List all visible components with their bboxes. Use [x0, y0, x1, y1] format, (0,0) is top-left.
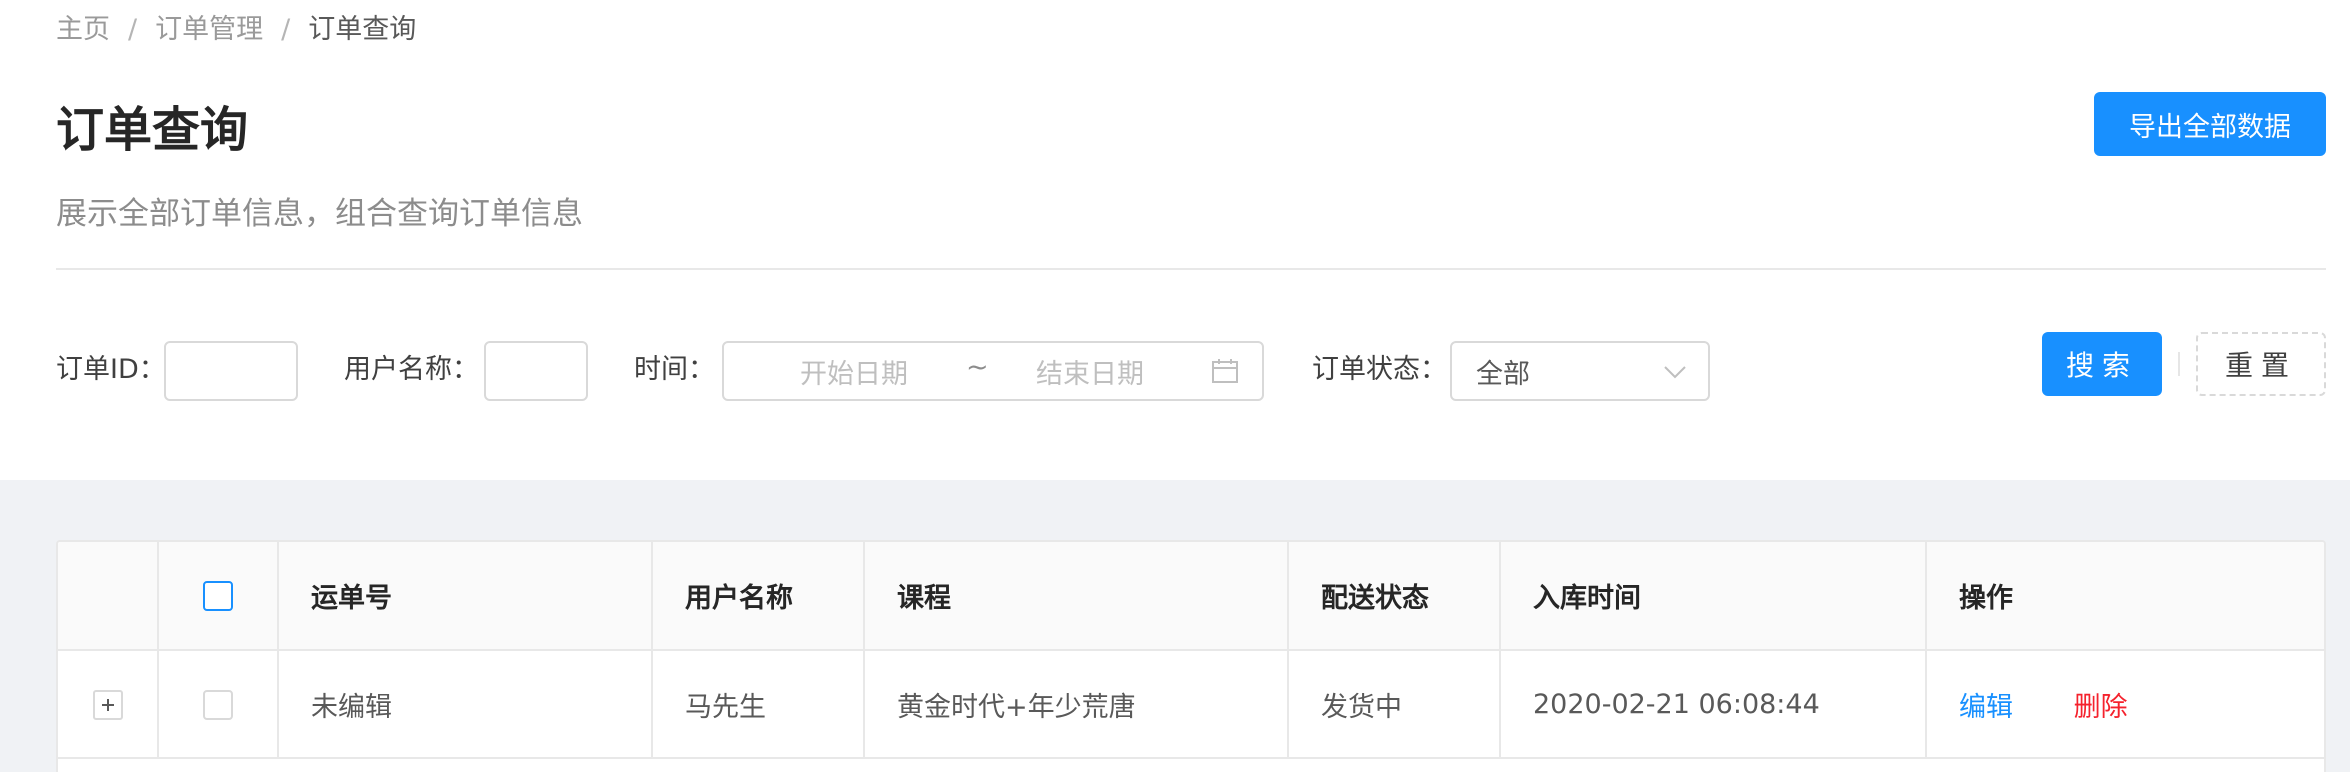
breadcrumb-separator: / [128, 14, 138, 45]
order-id-label: 订单ID： [56, 354, 166, 385]
end-date-placeholder: 结束日期 [1036, 359, 1144, 390]
column-header-storage-time[interactable]: 入库时间 [1500, 542, 1927, 651]
breadcrumb-order-management[interactable]: 订单管理 [155, 10, 263, 50]
order-status-label: 订单状态： [1312, 354, 1447, 385]
search-button[interactable]: 搜索 [2042, 332, 2162, 396]
column-header-course[interactable]: 课程 [864, 542, 1289, 651]
date-range-picker[interactable]: 开始日期 ~ 结束日期 [722, 341, 1264, 401]
select-all-checkbox[interactable] [203, 581, 233, 612]
cell-delivery-status: 发货中 [1288, 650, 1501, 759]
cell-storage-time: 2020-02-21 06:08:44 [1500, 650, 1927, 759]
edit-link[interactable]: 编辑 [1959, 692, 2013, 723]
plus-square-icon[interactable] [92, 689, 123, 720]
username-input[interactable] [484, 341, 588, 401]
order-status-value: 全部 [1476, 359, 1530, 390]
breadcrumb: 主页 / 订单管理 / 订单查询 [56, 10, 416, 50]
chevron-down-icon [1664, 366, 1686, 379]
username-label: 用户名称： [344, 354, 479, 385]
page-title: 订单查询 [56, 102, 249, 158]
reset-button[interactable]: 重置 [2196, 332, 2326, 396]
button-divider [2178, 352, 2180, 376]
delete-link[interactable]: 删除 [2074, 692, 2128, 723]
cell-actions: 编辑 删除 [1926, 650, 2324, 759]
breadcrumb-current: 订单查询 [308, 14, 417, 45]
range-separator: ~ [966, 352, 989, 383]
time-label: 时间： [634, 354, 715, 385]
column-header-delivery-status[interactable]: 配送状态 [1288, 542, 1501, 651]
page-subtitle: 展示全部订单信息，组合查询订单信息 [56, 196, 583, 232]
row-checkbox[interactable] [203, 689, 233, 720]
table-header-row: 运单号 用户名称 课程 配送状态 入库时间 操作 [58, 542, 2324, 651]
header-divider [56, 268, 2326, 270]
breadcrumb-separator: / [281, 14, 291, 45]
order-query-page: 主页 / 订单管理 / 订单查询 订单查询 展示全部订单信息，组合查询订单信息 … [0, 0, 2350, 772]
order-status-select[interactable]: 全部 [1450, 341, 1710, 401]
column-header-actions: 操作 [1926, 542, 2324, 651]
calendar-icon [1212, 359, 1238, 383]
page-header: 主页 / 订单管理 / 订单查询 订单查询 展示全部订单信息，组合查询订单信息 … [0, 0, 2350, 480]
select-cell [158, 650, 279, 759]
cell-course: 黄金时代+年少荒唐 [864, 650, 1289, 759]
column-header-username[interactable]: 用户名称 [652, 542, 865, 651]
select-column-header [158, 542, 279, 651]
orders-table: 运单号 用户名称 课程 配送状态 入库时间 操作 未编辑 马先生 黄金时代+年少… [56, 540, 2326, 772]
expand-cell [58, 650, 159, 759]
column-header-waybill[interactable]: 运单号 [278, 542, 653, 651]
start-date-placeholder: 开始日期 [800, 359, 908, 390]
breadcrumb-home[interactable]: 主页 [56, 10, 110, 50]
table-row: 未编辑 马先生 黄金时代+年少荒唐 发货中 2020-02-21 06:08:4… [58, 650, 2324, 759]
cell-waybill: 未编辑 [278, 650, 653, 759]
cell-username: 马先生 [652, 650, 865, 759]
order-id-input[interactable] [164, 341, 298, 401]
export-all-button[interactable]: 导出全部数据 [2094, 92, 2326, 156]
expand-column-header [58, 542, 159, 651]
